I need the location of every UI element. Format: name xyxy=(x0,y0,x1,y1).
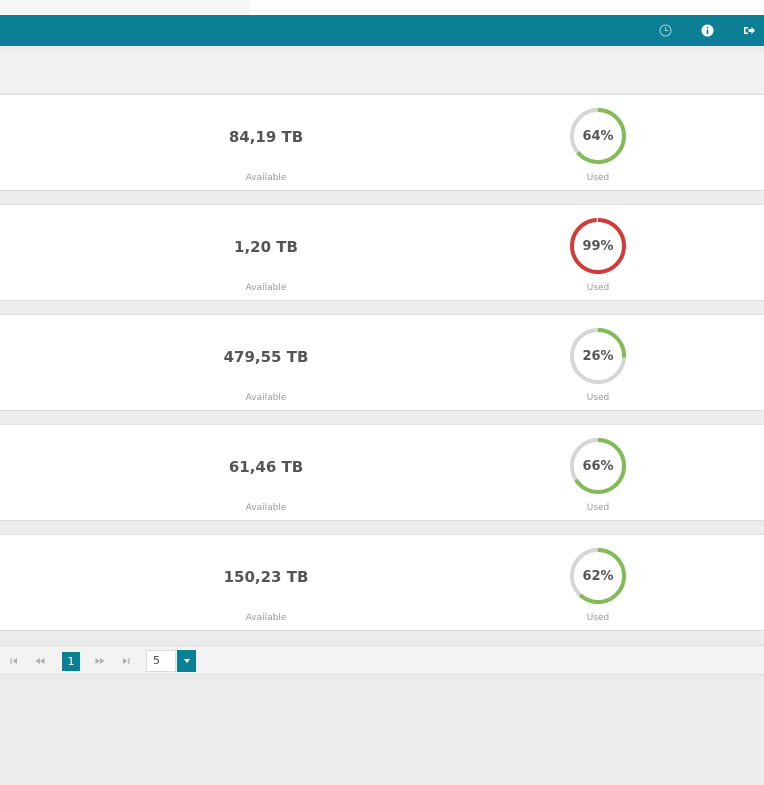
top-bar xyxy=(0,0,764,46)
page-size-dropdown-button[interactable] xyxy=(177,650,196,672)
usage-ring: 66% xyxy=(569,437,627,495)
next-page-icon[interactable] xyxy=(92,652,108,670)
storage-row: 84,19 TB Available 64% Used xyxy=(0,94,764,191)
available-value: 61,46 TB xyxy=(228,458,304,476)
sub-header xyxy=(0,53,764,94)
top-bar-icons xyxy=(658,15,756,46)
used-label: Used xyxy=(586,393,610,403)
pagination-bar: 1 5 xyxy=(0,645,764,675)
available-value: 479,55 TB xyxy=(223,348,309,366)
available-cell: 150,23 TB Available xyxy=(166,535,366,632)
used-percent: 99% xyxy=(582,238,614,254)
available-label: Available xyxy=(245,613,287,623)
used-percent: 62% xyxy=(582,568,614,584)
used-cell: 26% Used xyxy=(548,315,648,412)
top-bar-fill xyxy=(0,15,764,46)
used-percent: 26% xyxy=(582,348,614,364)
available-cell: 61,46 TB Available xyxy=(166,425,366,522)
available-label: Available xyxy=(245,393,287,403)
used-label: Used xyxy=(586,283,610,293)
storage-row: 150,23 TB Available 62% Used xyxy=(0,534,764,631)
available-value: 150,23 TB xyxy=(223,568,309,586)
usage-ring: 26% xyxy=(569,327,627,385)
storage-row: 479,55 TB Available 26% Used xyxy=(0,314,764,411)
used-percent: 66% xyxy=(582,458,614,474)
storage-row: 61,46 TB Available 66% Used xyxy=(0,424,764,521)
available-cell: 1,20 TB Available xyxy=(166,205,366,302)
used-label: Used xyxy=(586,173,610,183)
logout-icon[interactable] xyxy=(742,24,756,38)
used-percent: 64% xyxy=(582,128,614,144)
current-page-button[interactable]: 1 xyxy=(62,652,80,671)
pie-chart-icon[interactable] xyxy=(658,24,672,38)
page-size-select[interactable]: 5 xyxy=(146,650,176,672)
used-label: Used xyxy=(586,503,610,513)
first-page-icon[interactable] xyxy=(6,652,22,670)
used-cell: 66% Used xyxy=(548,425,648,522)
chevron-down-icon xyxy=(183,659,190,663)
page: 84,19 TB Available 64% Used 1,20 TB Avai… xyxy=(0,0,764,785)
available-label: Available xyxy=(245,503,287,513)
usage-ring: 64% xyxy=(569,107,627,165)
usage-ring: 62% xyxy=(569,547,627,605)
used-label: Used xyxy=(586,613,610,623)
usage-ring: 99% xyxy=(569,217,627,275)
available-label: Available xyxy=(245,283,287,293)
available-label: Available xyxy=(245,173,287,183)
top-tab-strip xyxy=(0,0,250,16)
available-value: 1,20 TB xyxy=(234,238,298,256)
previous-page-icon[interactable] xyxy=(32,652,48,670)
available-cell: 479,55 TB Available xyxy=(166,315,366,412)
storage-row: 1,20 TB Available 99% Used xyxy=(0,204,764,301)
available-value: 84,19 TB xyxy=(228,128,304,146)
used-cell: 99% Used xyxy=(548,205,648,302)
last-page-icon[interactable] xyxy=(118,652,134,670)
info-icon[interactable] xyxy=(700,24,714,38)
available-cell: 84,19 TB Available xyxy=(166,95,366,192)
used-cell: 62% Used xyxy=(548,535,648,632)
used-cell: 64% Used xyxy=(548,95,648,192)
